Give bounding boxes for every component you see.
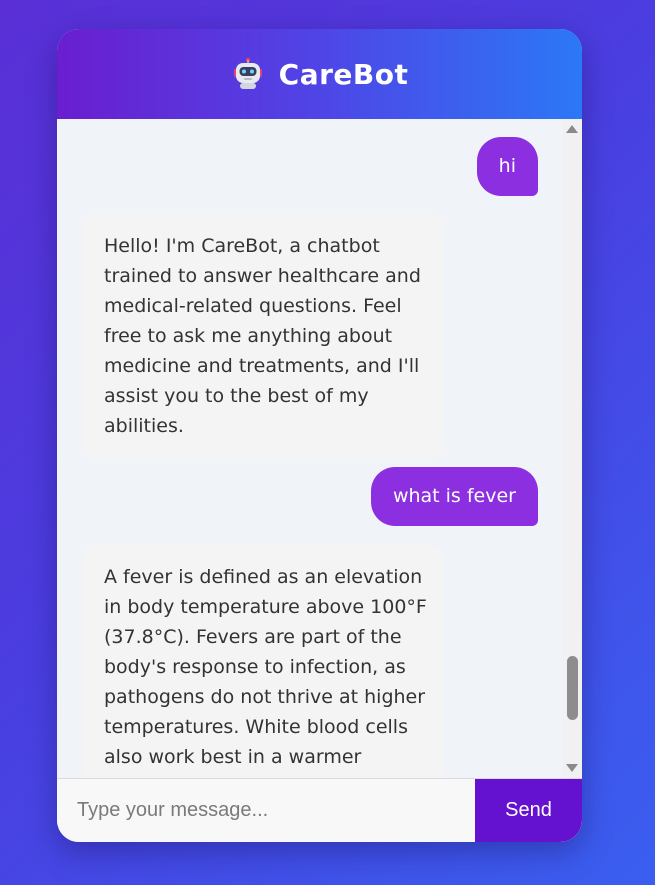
message-list: hi Hello! I'm CareBot, a chatbot trained… — [57, 119, 563, 778]
user-message: what is fever — [370, 467, 538, 526]
user-message: hi — [476, 137, 538, 196]
chat-window: CareBot hi Hello! I'm CareBot, a chatbot… — [57, 29, 582, 842]
message-input[interactable] — [57, 779, 475, 842]
bot-message: Hello! I'm CareBot, a chatbot trained to… — [82, 214, 444, 458]
send-button[interactable]: Send — [475, 779, 582, 842]
message-scrollbar[interactable] — [563, 119, 582, 778]
app-title: CareBot — [278, 57, 409, 91]
chat-header: CareBot — [57, 29, 582, 119]
message-input-bar: Send — [57, 778, 582, 842]
scroll-up-arrow-icon[interactable] — [566, 125, 578, 133]
scrollbar-thumb[interactable] — [567, 656, 578, 720]
robot-icon — [233, 57, 262, 89]
scroll-down-arrow-icon[interactable] — [566, 764, 578, 772]
bot-message: A fever is defined as an elevation in bo… — [82, 545, 444, 778]
